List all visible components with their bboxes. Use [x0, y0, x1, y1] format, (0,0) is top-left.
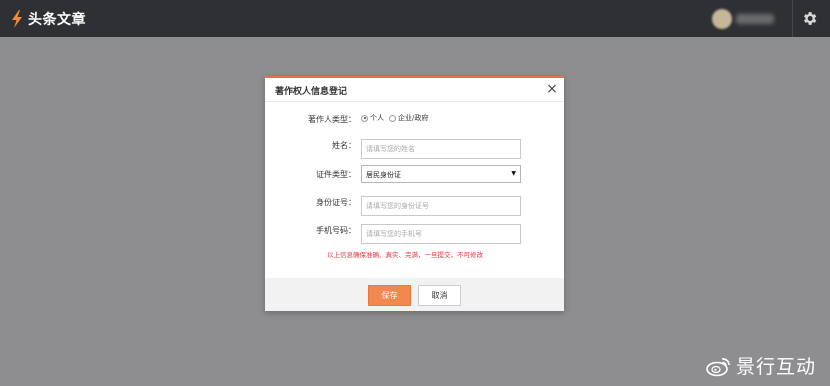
radio-enterprise-label: 企业/政府: [398, 114, 429, 122]
author-type-row: 著作人类型： 个人 企业/政府: [265, 110, 564, 130]
phone-label: 手机号码：: [316, 226, 356, 235]
radio-enterprise[interactable]: 企业/政府: [389, 113, 428, 123]
username: [736, 14, 774, 24]
radio-checked-icon[interactable]: [361, 114, 368, 122]
id-number-input[interactable]: [361, 196, 521, 216]
watermark: 景行互动: [706, 352, 816, 379]
copyright-registration-dialog: 著作权人信息登记 × 著作人类型： 个人 企业/政府 姓名： 证件类型： 居民身…: [265, 76, 564, 311]
app-title: 头条文章: [28, 12, 86, 28]
id-type-select[interactable]: 居民身份证 ▼: [361, 165, 521, 183]
name-row: 姓名：: [265, 136, 564, 159]
save-button[interactable]: 保存: [368, 285, 411, 306]
phone-row: 手机号码：: [265, 221, 564, 244]
triangle-down-icon: ▼: [511, 170, 516, 177]
top-bar: 头条文章: [0, 0, 830, 37]
avatar[interactable]: [712, 9, 732, 29]
close-icon[interactable]: ×: [545, 82, 559, 96]
author-type-label: 著作人类型：: [308, 115, 356, 124]
radio-unchecked-icon[interactable]: [389, 114, 396, 122]
id-type-label: 证件类型：: [316, 170, 356, 179]
radio-individual[interactable]: 个人: [361, 113, 384, 123]
phone-input[interactable]: [361, 224, 521, 244]
author-type-radio-group: 个人 企业/政府: [361, 110, 428, 126]
warning-text: 以上信息确保准确、真实、完满，一旦提交，不可修改: [327, 251, 483, 259]
dialog-header: 著作权人信息登记 ×: [265, 76, 564, 102]
name-label: 姓名：: [332, 141, 356, 150]
id-number-label: 身份证号：: [316, 198, 356, 207]
user-menu[interactable]: [712, 9, 774, 29]
id-number-row: 身份证号：: [265, 193, 564, 216]
dialog-title: 著作权人信息登记: [275, 87, 348, 97]
weibo-icon: [706, 357, 730, 376]
cancel-button[interactable]: 取消: [418, 285, 461, 306]
topbar-divider: [792, 0, 793, 37]
lightning-bolt-icon: [12, 10, 22, 28]
watermark-text: 景行互动: [736, 356, 817, 378]
id-type-value: 居民身份证: [366, 171, 401, 179]
gear-icon[interactable]: [801, 10, 818, 27]
name-input[interactable]: [361, 139, 521, 159]
dialog-footer: 保存 取消: [265, 278, 564, 311]
id-type-row: 证件类型： 居民身份证 ▼: [265, 165, 564, 185]
radio-individual-label: 个人: [370, 114, 384, 122]
app-logo[interactable]: 头条文章: [10, 9, 86, 29]
